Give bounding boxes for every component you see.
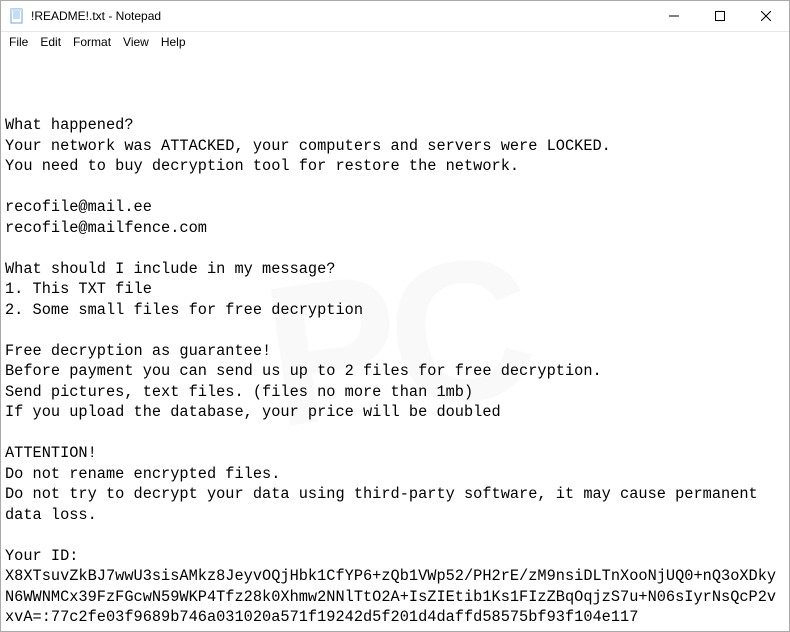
window-title: !README!.txt - Notepad bbox=[31, 9, 651, 23]
maximize-button[interactable] bbox=[697, 1, 743, 31]
notepad-icon bbox=[9, 8, 25, 24]
minimize-button[interactable] bbox=[651, 1, 697, 31]
close-button[interactable] bbox=[743, 1, 789, 31]
menu-file[interactable]: File bbox=[3, 34, 34, 50]
menu-view[interactable]: View bbox=[117, 34, 155, 50]
window-controls bbox=[651, 1, 789, 31]
menu-format[interactable]: Format bbox=[67, 34, 117, 50]
menu-help[interactable]: Help bbox=[155, 34, 192, 50]
text-area[interactable]: PC What happened? Your network was ATTAC… bbox=[1, 52, 789, 631]
menu-edit[interactable]: Edit bbox=[34, 34, 67, 50]
titlebar[interactable]: !README!.txt - Notepad bbox=[1, 1, 789, 32]
notepad-window: !README!.txt - Notepad File Edit Format … bbox=[0, 0, 790, 632]
document-text: What happened? Your network was ATTACKED… bbox=[5, 115, 785, 627]
menubar: File Edit Format View Help bbox=[1, 32, 789, 52]
